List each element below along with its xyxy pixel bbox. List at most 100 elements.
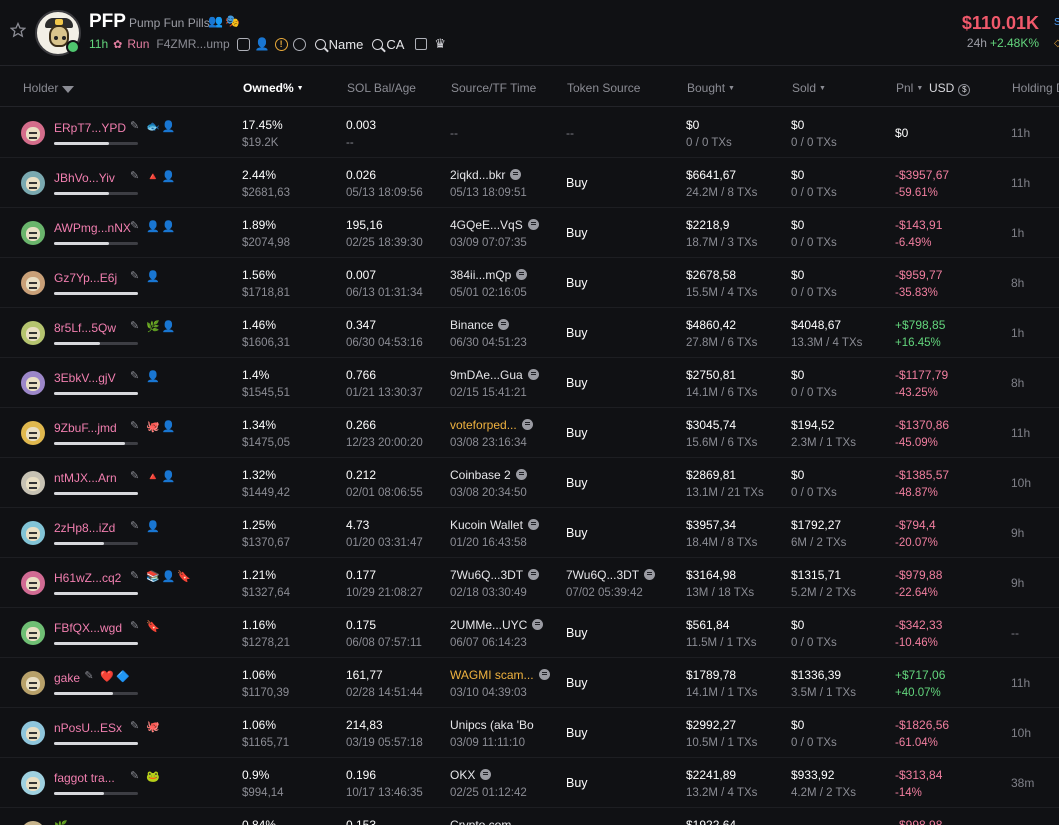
holder-address[interactable]: 3EbkV...gjV: [54, 371, 116, 385]
edit-name-icon[interactable]: ✎: [130, 421, 141, 432]
edit-name-icon[interactable]: ✎: [130, 621, 141, 632]
holder-address[interactable]: gake: [54, 671, 80, 685]
table-row[interactable]: Gz7Yp...E6j ✎ 👤 1.56% $1718,81 0.007 06/13 01:…: [0, 258, 1059, 308]
favorite-star-icon[interactable]: [10, 22, 26, 38]
col-holder[interactable]: Holder: [23, 81, 75, 95]
search-ca-button[interactable]: CA: [372, 37, 404, 52]
col-owned[interactable]: Owned% ▼: [243, 81, 304, 95]
funding-source[interactable]: 2UMMe...UYC: [450, 618, 544, 632]
funding-source[interactable]: voteforped...: [450, 418, 533, 432]
token-source[interactable]: 7Wu6Q...3DT: [566, 568, 656, 582]
funding-source[interactable]: OKX: [450, 768, 492, 782]
holder-avatar[interactable]: [21, 671, 45, 695]
holding-bar: [54, 142, 138, 145]
funding-source[interactable]: 2iqkd...bkr: [450, 168, 522, 182]
col-pnl[interactable]: Pnl ▼: [896, 81, 923, 95]
usd-toggle[interactable]: USD $: [929, 81, 971, 96]
table-row[interactable]: JBhVo...Yiv ✎ 🔺👤 2.44% $2681,63 0.026 05/13 18…: [0, 158, 1059, 208]
table-row[interactable]: nPosU...ESx ✎ 🐙 1.06% $1165,71 214,83 03/19 05…: [0, 708, 1059, 758]
holder-avatar[interactable]: [21, 621, 45, 645]
holder-address[interactable]: 2zHp8...iZd: [54, 521, 115, 535]
edit-name-icon[interactable]: ✎: [130, 721, 141, 732]
holder-address[interactable]: faggot tra...: [54, 771, 115, 785]
funding-source[interactable]: Kucoin Wallet: [450, 518, 539, 532]
edit-name-icon[interactable]: ✎: [130, 321, 141, 332]
holder-address[interactable]: 9ZbuF...jmd: [54, 421, 117, 435]
holder-avatar[interactable]: [21, 521, 45, 545]
col-token-source[interactable]: Token Source: [567, 81, 640, 95]
social-icons[interactable]: 👥🎭: [208, 14, 242, 28]
holder-address[interactable]: AWPmg...nNX: [54, 221, 131, 235]
table-row[interactable]: 3EbkV...gjV ✎ 👤 1.4% $1545,51 0.766 01/21 13:3…: [0, 358, 1059, 408]
holder-avatar[interactable]: [21, 821, 45, 825]
crown-icon[interactable]: ♛: [434, 36, 446, 52]
table-row[interactable]: ERpT7...YPD ✎ 🐟👤 17.45% $19.2K 0.003 -- -- -- $0 0…: [0, 108, 1059, 158]
holder-tags: 👤: [146, 521, 162, 533]
holder-avatar[interactable]: [21, 721, 45, 745]
edit-name-icon[interactable]: ✎: [130, 471, 141, 482]
holder-address[interactable]: FBfQX...wgd: [54, 621, 122, 635]
holder-address[interactable]: JBhVo...Yiv: [54, 171, 115, 185]
search-name-button[interactable]: Name: [314, 37, 363, 52]
edit-name-icon[interactable]: ✎: [130, 771, 141, 782]
token-age: 11h: [89, 37, 109, 51]
funding-source[interactable]: 4GQeE...VqS: [450, 218, 539, 232]
funding-source[interactable]: 7Wu6Q...3DT: [450, 568, 540, 582]
funding-source[interactable]: WAGMI scam...: [450, 668, 550, 682]
col-source[interactable]: Source/TF Time: [451, 81, 536, 95]
table-row[interactable]: gake ✎ ❤️🔷 1.06% $1170,39 161,77 02/28 14:51:4…: [0, 658, 1059, 708]
edit-name-icon[interactable]: ✎: [130, 571, 141, 582]
edit-name-icon[interactable]: ✎: [130, 521, 141, 532]
holder-avatar[interactable]: [21, 121, 45, 145]
holder-avatar[interactable]: [21, 471, 45, 495]
table-row[interactable]: 9ZbuF...jmd ✎ 🐙👤 1.34% $1475,05 0.266 12/23 20…: [0, 408, 1059, 458]
dev-user-icon[interactable]: 👤: [255, 37, 270, 51]
funding-source[interactable]: 9mDAe...Gua: [450, 368, 539, 382]
edit-name-icon[interactable]: ✎: [130, 121, 141, 132]
col-sol-bal[interactable]: SOL Bal/Age: [347, 81, 416, 95]
sort-caret-icon: ▼: [728, 85, 735, 92]
warning-icon[interactable]: !: [274, 37, 288, 51]
edit-name-icon[interactable]: ✎: [130, 221, 141, 232]
col-sold[interactable]: Sold ▼: [792, 81, 826, 95]
holder-avatar[interactable]: [21, 221, 45, 245]
external-link-icon[interactable]: [415, 38, 428, 50]
change-timeframe: 24h: [966, 36, 987, 50]
funding-source[interactable]: 384ii...mQp: [450, 268, 528, 282]
funding-source[interactable]: Unipcs (aka 'Bo: [450, 718, 534, 732]
holder-avatar[interactable]: [21, 771, 45, 795]
edit-name-icon[interactable]: ✎: [130, 371, 141, 382]
funding-source[interactable]: Coinbase 2: [450, 468, 527, 482]
table-row[interactable]: 🌿 0.84% 0.153 Crypto.com $1922,64 -$998,98: [0, 808, 1059, 825]
holder-address[interactable]: ERpT7...YPD: [54, 121, 126, 135]
table-row[interactable]: ntMJX...Arn ✎ 🔺👤 1.32% $1449,42 0.212 02/01 08…: [0, 458, 1059, 508]
holder-address[interactable]: Gz7Yp...E6j: [54, 271, 117, 285]
funding-source[interactable]: Crypto.com: [450, 818, 511, 825]
edit-name-icon[interactable]: ✎: [130, 271, 141, 282]
holder-address[interactable]: H61wZ...cq2: [54, 571, 121, 585]
holder-address[interactable]: ntMJX...Arn: [54, 471, 117, 485]
holder-avatar[interactable]: [21, 171, 45, 195]
copy-icon[interactable]: [236, 37, 250, 51]
edit-name-icon[interactable]: ✎: [130, 171, 141, 182]
holder-avatar[interactable]: [21, 271, 45, 295]
funding-source[interactable]: Binance: [450, 318, 510, 332]
holder-address[interactable]: 8r5Lf...5Qw: [54, 321, 116, 335]
holder-avatar[interactable]: [21, 321, 45, 345]
edit-name-icon[interactable]: ✎: [84, 671, 95, 682]
table-row[interactable]: H61wZ...cq2 ✎ 📚👤🔖 1.21% $1327,64 0.177 10/29 2…: [0, 558, 1059, 608]
menu-circle-icon[interactable]: [292, 37, 306, 51]
table-row[interactable]: AWPmg...nNX ✎ 👤👤 1.89% $2074,98 195,16 02/25 1…: [0, 208, 1059, 258]
table-row[interactable]: FBfQX...wgd ✎ 🔖 1.16% $1278,21 0.175 06/08 07:…: [0, 608, 1059, 658]
holder-avatar[interactable]: [21, 421, 45, 445]
filter-icon[interactable]: [62, 86, 75, 93]
holder-avatar[interactable]: [21, 571, 45, 595]
contract-address[interactable]: F4ZMR...ump: [156, 37, 229, 51]
col-holding[interactable]: Holding D: [1012, 81, 1059, 95]
table-row[interactable]: 2zHp8...iZd ✎ 👤 1.25% $1370,67 4.73 01/20 03:3…: [0, 508, 1059, 558]
holder-address[interactable]: nPosU...ESx: [54, 721, 122, 735]
holder-avatar[interactable]: [21, 371, 45, 395]
col-bought[interactable]: Bought ▼: [687, 81, 735, 95]
table-row[interactable]: 8r5Lf...5Qw ✎ 🌿👤 1.46% $1606,31 0.347 06/30 04…: [0, 308, 1059, 358]
table-row[interactable]: faggot tra... ✎ 🐸 0.9% $994,14 0.196 10/17 13:…: [0, 758, 1059, 808]
